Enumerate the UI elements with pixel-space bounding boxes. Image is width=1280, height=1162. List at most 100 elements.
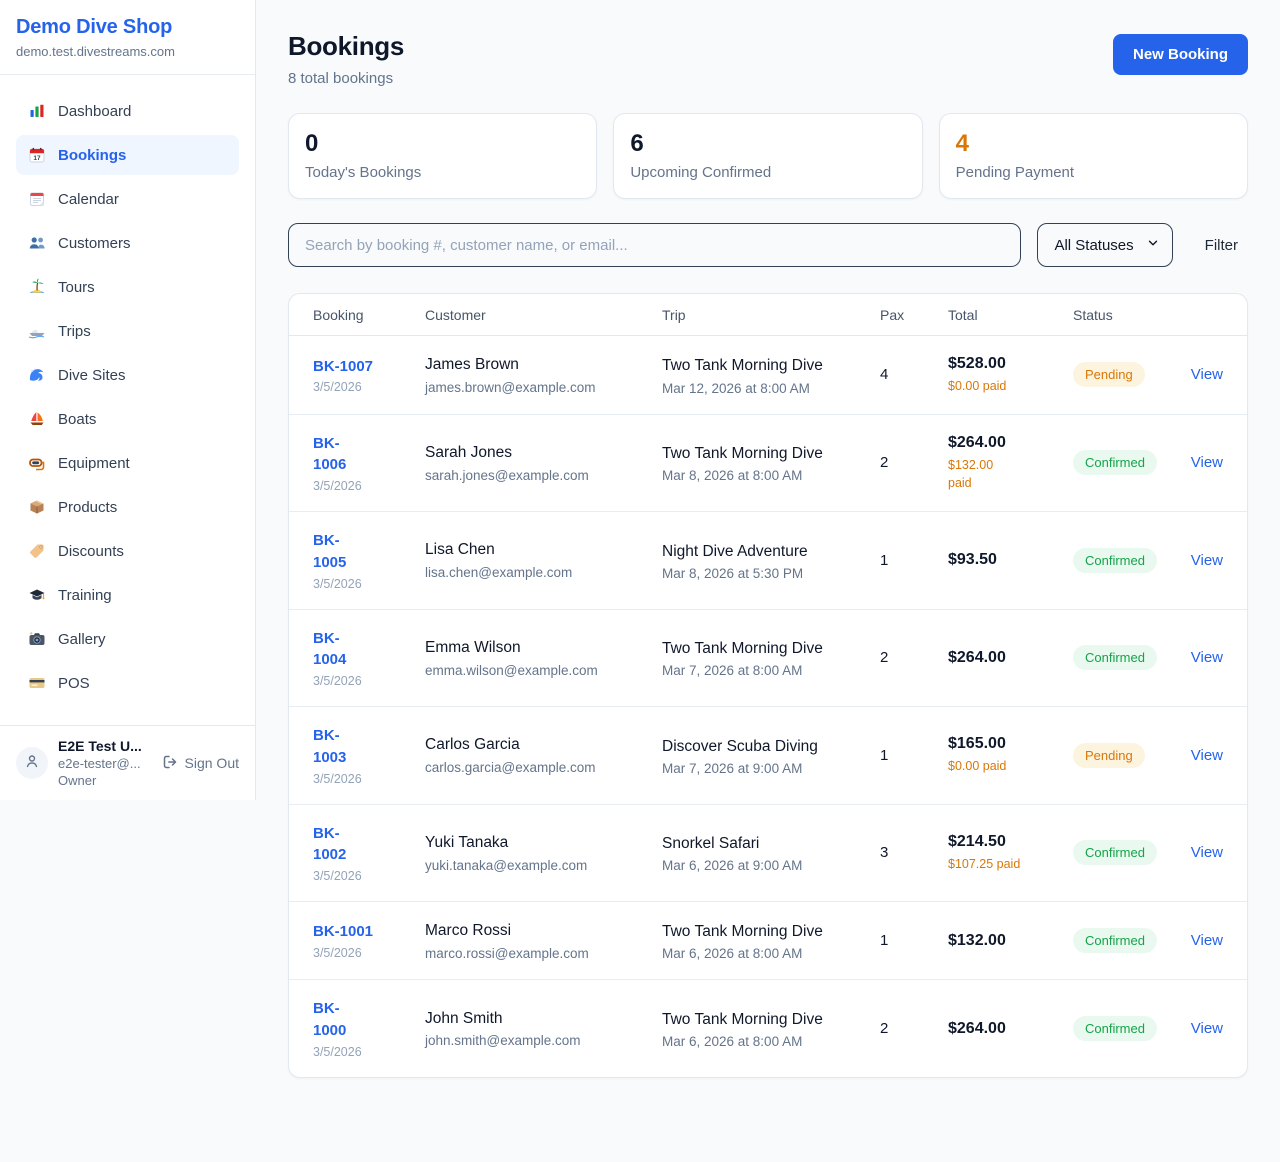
trip-datetime: Mar 6, 2026 at 9:00 AM: [662, 858, 866, 873]
trip-datetime: Mar 7, 2026 at 8:00 AM: [662, 663, 866, 678]
customer-email: yuki.tanaka@example.com: [425, 858, 648, 873]
customer-name: Yuki Tanaka: [425, 833, 648, 854]
total-amount: $264.00: [948, 434, 1059, 452]
status-badge: Confirmed: [1073, 645, 1157, 670]
total-amount: $214.50: [948, 833, 1059, 851]
sidebar-item-label: Tours: [58, 279, 95, 296]
view-link[interactable]: View: [1191, 932, 1223, 949]
column-header-status: Status: [1073, 307, 1181, 323]
sidebar-item-label: Trips: [58, 323, 91, 340]
sidebar-item-products[interactable]: Products: [16, 487, 239, 527]
booking-link[interactable]: BK- 1006: [313, 433, 346, 477]
sidebar-item-calendar[interactable]: Calendar: [16, 179, 239, 219]
tours-icon: [28, 278, 46, 296]
view-link[interactable]: View: [1191, 844, 1223, 861]
trips-icon: [28, 322, 46, 340]
booking-link[interactable]: BK- 1005: [313, 530, 346, 574]
page-subtitle: 8 total bookings: [288, 70, 404, 87]
booking-date: 3/5/2026: [313, 674, 411, 688]
column-header-booking: Booking: [313, 307, 425, 323]
paid-amount: $132.00 paid: [948, 456, 1059, 492]
sidebar-item-label: Dashboard: [58, 103, 131, 120]
booking-link[interactable]: BK- 1002: [313, 823, 346, 867]
booking-link[interactable]: BK- 1003: [313, 725, 346, 769]
bookings-icon: 17: [28, 146, 46, 164]
customer-email: john.smith@example.com: [425, 1033, 648, 1048]
sidebar-item-dashboard[interactable]: Dashboard: [16, 91, 239, 131]
new-booking-button[interactable]: New Booking: [1113, 34, 1248, 75]
sidebar-item-label: Training: [58, 587, 112, 604]
pax-value: 3: [880, 844, 948, 861]
customer-name: Marco Rossi: [425, 921, 648, 942]
paid-amount: $0.00 paid: [948, 757, 1059, 775]
sidebar-item-training[interactable]: Training: [16, 575, 239, 615]
table-body: BK-1007 3/5/2026 James Brown james.brown…: [289, 336, 1247, 1077]
sign-out-label: Sign Out: [185, 755, 239, 771]
status-badge: Pending: [1073, 362, 1145, 387]
sidebar-item-boats[interactable]: Boats: [16, 399, 239, 439]
status-filter-select[interactable]: All Statuses: [1037, 223, 1172, 267]
equipment-icon: [28, 454, 46, 472]
sidebar-item-dive-sites[interactable]: Dive Sites: [16, 355, 239, 395]
pos-icon: [28, 674, 46, 692]
booking-date: 3/5/2026: [313, 772, 411, 786]
pax-value: 1: [880, 932, 948, 949]
stats-row: 0 Today's Bookings 6 Upcoming Confirmed …: [288, 113, 1248, 199]
user-email: e2e-tester@...: [58, 756, 152, 771]
booking-link[interactable]: BK- 1004: [313, 628, 346, 672]
trip-name: Night Dive Adventure: [662, 540, 866, 563]
view-link[interactable]: View: [1191, 1020, 1223, 1037]
booking-date: 3/5/2026: [313, 869, 411, 883]
trip-datetime: Mar 6, 2026 at 8:00 AM: [662, 1034, 866, 1049]
booking-link[interactable]: BK- 1000: [313, 998, 346, 1042]
sidebar-item-gallery[interactable]: Gallery: [16, 619, 239, 659]
sidebar-item-label: Calendar: [58, 191, 119, 208]
view-link[interactable]: View: [1191, 366, 1223, 383]
customer-email: emma.wilson@example.com: [425, 663, 648, 678]
sidebar-logo: Demo Dive Shop demo.test.divestreams.com: [0, 0, 255, 75]
discounts-icon: [28, 542, 46, 560]
sign-out-button[interactable]: Sign Out: [162, 754, 239, 773]
dive-sites-icon: [28, 366, 46, 384]
view-link[interactable]: View: [1191, 552, 1223, 569]
table-row: BK- 1004 3/5/2026 Emma Wilson emma.wilso…: [289, 610, 1247, 708]
filter-button[interactable]: Filter: [1195, 237, 1248, 254]
pax-value: 2: [880, 1020, 948, 1037]
sidebar-item-customers[interactable]: Customers: [16, 223, 239, 263]
sidebar-item-bookings[interactable]: 17 Bookings: [16, 135, 239, 175]
sidebar-item-pos[interactable]: POS: [16, 663, 239, 703]
pax-value: 1: [880, 747, 948, 764]
status-filter-value: All Statuses: [1054, 237, 1133, 254]
stat-value: 6: [630, 131, 905, 157]
trip-datetime: Mar 7, 2026 at 9:00 AM: [662, 761, 866, 776]
trip-datetime: Mar 12, 2026 at 8:00 AM: [662, 381, 866, 396]
stat-value: 0: [305, 131, 580, 157]
trip-datetime: Mar 6, 2026 at 8:00 AM: [662, 946, 866, 961]
sidebar-item-tours[interactable]: Tours: [16, 267, 239, 307]
status-badge: Confirmed: [1073, 548, 1157, 573]
booking-link[interactable]: BK-1007: [313, 356, 373, 378]
sidebar-user: E2E Test U... e2e-tester@... Owner Sign …: [0, 725, 255, 800]
main-content: Bookings 8 total bookings New Booking 0 …: [256, 0, 1280, 1110]
view-link[interactable]: View: [1191, 454, 1223, 471]
booking-date: 3/5/2026: [313, 380, 411, 394]
booking-link[interactable]: BK-1001: [313, 921, 373, 943]
sidebar-item-trips[interactable]: Trips: [16, 311, 239, 351]
sidebar-item-discounts[interactable]: Discounts: [16, 531, 239, 571]
shop-domain: demo.test.divestreams.com: [16, 44, 239, 59]
bookings-table: BookingCustomerTripPaxTotalStatus BK-100…: [288, 293, 1248, 1078]
boats-icon: [28, 410, 46, 428]
table-row: BK- 1005 3/5/2026 Lisa Chen lisa.chen@ex…: [289, 512, 1247, 610]
view-link[interactable]: View: [1191, 747, 1223, 764]
sidebar-item-equipment[interactable]: Equipment: [16, 443, 239, 483]
customer-name: Carlos Garcia: [425, 735, 648, 756]
sidebar-item-label: Dive Sites: [58, 367, 126, 384]
total-amount: $93.50: [948, 551, 1059, 569]
sidebar-item-label: Products: [58, 499, 117, 516]
trip-datetime: Mar 8, 2026 at 8:00 AM: [662, 468, 866, 483]
view-link[interactable]: View: [1191, 649, 1223, 666]
table-row: BK-1007 3/5/2026 James Brown james.brown…: [289, 336, 1247, 414]
pax-value: 1: [880, 552, 948, 569]
trip-name: Discover Scuba Diving: [662, 735, 866, 758]
search-input[interactable]: [288, 223, 1021, 267]
